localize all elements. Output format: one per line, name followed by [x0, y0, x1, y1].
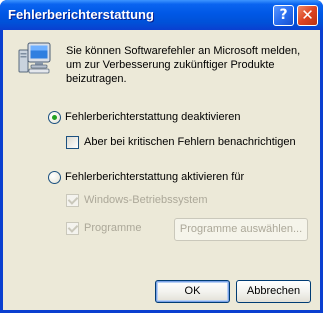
checkbox-programs[interactable] [66, 222, 79, 235]
intro-text: Sie können Softwarefehler an Microsoft m… [66, 45, 301, 85]
ok-button[interactable]: OK [155, 280, 230, 303]
dialog-client-area: Sie können Softwarefehler an Microsoft m… [3, 30, 320, 310]
cancel-button[interactable]: Abbrechen [236, 280, 311, 303]
radio-activate-label[interactable]: Fehlerberichterstattung aktivieren für [65, 171, 244, 184]
help-icon[interactable]: ? [273, 5, 294, 26]
checkbox-windows-os-label: Windows-Betriebssystem [84, 194, 208, 206]
checkbox-programs-label: Programme [84, 222, 142, 234]
radio-deactivate-label[interactable]: Fehlerberichterstattung deaktivieren [65, 111, 240, 124]
window-title: Fehlerberichterstattung [8, 7, 154, 22]
checkbox-notify-critical-label[interactable]: Aber bei kritischen Fehlern benachrichti… [84, 136, 296, 149]
title-bar[interactable]: Fehlerberichterstattung ? ✕ [0, 0, 323, 30]
computer-monitor-icon [18, 42, 51, 74]
dialog-window: Fehlerberichterstattung ? ✕ Sie können S… [0, 0, 323, 313]
checkbox-windows-os[interactable] [66, 194, 79, 207]
radio-deactivate[interactable] [48, 111, 61, 124]
checkbox-notify-critical[interactable] [66, 136, 79, 149]
close-icon[interactable]: ✕ [297, 5, 318, 26]
choose-programs-button[interactable]: Programme auswählen... [174, 218, 308, 241]
radio-activate[interactable] [48, 171, 61, 184]
